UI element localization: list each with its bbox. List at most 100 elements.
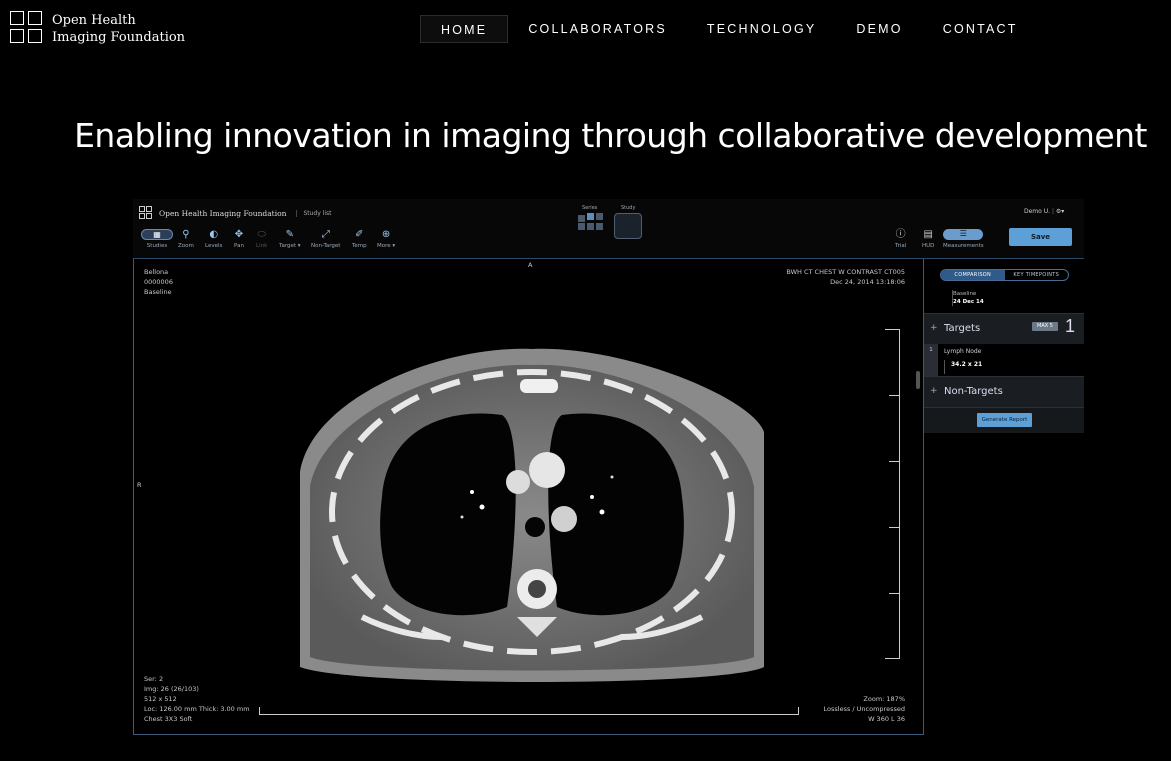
tool-label: Temp bbox=[352, 243, 367, 249]
measurements-icon: ☰ bbox=[943, 229, 984, 240]
orientation-top: A bbox=[528, 261, 533, 269]
study-label: Study bbox=[621, 205, 636, 211]
tab-key-timepoints[interactable]: KEY TIMEPOINTS bbox=[1005, 270, 1069, 280]
study-list-link[interactable]: Study list bbox=[296, 209, 332, 217]
tool-non-target[interactable]: ⤢ Non-Target bbox=[311, 229, 340, 249]
studies-icon: ▦ bbox=[141, 229, 173, 240]
tool-label: Studies bbox=[146, 243, 168, 249]
targets-label: Targets bbox=[944, 323, 981, 334]
viewport-scrollbar[interactable] bbox=[916, 371, 920, 389]
lesion-size: 34.2 x 21 bbox=[951, 361, 983, 368]
logo-mark-square bbox=[10, 29, 24, 43]
tool-label: HUD bbox=[922, 243, 935, 249]
max-badge: MAX 5 bbox=[1032, 322, 1058, 331]
image-number: Img: 26 (26/103) bbox=[144, 685, 199, 693]
tool-zoom[interactable]: ⚲ Zoom bbox=[178, 229, 194, 249]
viewer-brand: Open Health Imaging Foundation Study lis… bbox=[139, 206, 332, 220]
patient-name: Bellona bbox=[144, 268, 169, 276]
tool-hud[interactable]: ▤ HUD bbox=[922, 229, 934, 249]
logo-mark-square bbox=[28, 29, 42, 43]
target-icon: ✎ bbox=[285, 229, 294, 240]
tool-label: More ▾ bbox=[377, 243, 396, 249]
tool-pan[interactable]: ✥ Pan bbox=[234, 229, 244, 249]
targets-header[interactable]: + Targets MAX 5 1 bbox=[924, 313, 1084, 344]
viewer-screenshot: Open Health Imaging Foundation Study lis… bbox=[133, 199, 1084, 735]
study-thumbnail[interactable] bbox=[614, 213, 642, 239]
tool-target[interactable]: ✎ Target ▾ bbox=[279, 229, 301, 249]
timepoint: Baseline bbox=[144, 288, 172, 296]
orientation-left: R bbox=[137, 481, 142, 489]
site-logo[interactable]: Open Health Imaging Foundation bbox=[10, 11, 200, 47]
tool-temp[interactable]: ✐ Temp bbox=[352, 229, 367, 249]
nav-demo[interactable]: DEMO bbox=[836, 15, 922, 43]
gear-icon: ⚙▾ bbox=[1055, 208, 1065, 215]
study-description: BWH CT CHEST W CONTRAST CT005 bbox=[786, 268, 905, 276]
measurements-panel: COMPARISON KEY TIMEPOINTS Baseline 24 De… bbox=[924, 259, 1084, 735]
target-count: 1 bbox=[1065, 316, 1076, 336]
compression: Lossless / Uncompressed bbox=[823, 705, 905, 713]
tool-studies[interactable]: ▦ Studies bbox=[141, 229, 173, 249]
logo-mark-square bbox=[28, 11, 42, 25]
zoom-level: Zoom: 187% bbox=[863, 695, 905, 703]
tool-measurements[interactable]: ☰ Measurements bbox=[943, 229, 984, 249]
image-viewport[interactable]: Bellona 0000006 Baseline BWH CT CHEST W … bbox=[133, 259, 924, 735]
nav-contact[interactable]: CONTACT bbox=[923, 15, 1038, 43]
tool-label: Measurements bbox=[943, 243, 984, 249]
user-menu[interactable]: Demo U. | ⚙▾ bbox=[1024, 208, 1064, 215]
levels-icon: ◐ bbox=[209, 229, 219, 240]
expand-icon: + bbox=[930, 323, 938, 333]
zoom-icon: ⚲ bbox=[182, 229, 190, 240]
nav-technology[interactable]: TECHNOLOGY bbox=[687, 15, 837, 43]
series-label: Series bbox=[582, 205, 598, 211]
lesion-number: 1 bbox=[924, 344, 938, 376]
info-icon: ⓘ bbox=[895, 229, 906, 240]
main-nav: HOME COLLABORATORS TECHNOLOGY DEMO CONTA… bbox=[420, 15, 1038, 43]
tool-more[interactable]: ⊕ More ▾ bbox=[377, 229, 395, 249]
tool-label: Levels bbox=[205, 243, 223, 249]
tool-link[interactable]: ⬭ Link bbox=[256, 229, 267, 249]
lesion-name: Lymph Node bbox=[944, 348, 982, 355]
more-icon: ⊕ bbox=[381, 229, 391, 240]
overlay-top-left: Bellona 0000006 Baseline bbox=[144, 267, 173, 297]
save-button[interactable]: Save bbox=[1009, 228, 1072, 246]
window-level: W 360 L 36 bbox=[868, 715, 905, 723]
baseline-column: Baseline 24 Dec 14 bbox=[952, 290, 984, 306]
tab-comparison[interactable]: COMPARISON bbox=[941, 270, 1005, 280]
non-target-icon: ⤢ bbox=[321, 229, 330, 240]
temp-icon: ✐ bbox=[355, 229, 364, 240]
link-icon: ⬭ bbox=[257, 229, 266, 240]
pan-icon: ✥ bbox=[234, 229, 244, 240]
logo-line-2: Imaging Foundation bbox=[52, 30, 186, 45]
tool-levels[interactable]: ◐ Levels bbox=[205, 229, 222, 249]
logo-text: Open Health Imaging Foundation bbox=[52, 12, 185, 46]
series-cell bbox=[578, 223, 585, 230]
overlay-bottom-right: Zoom: 187% Lossless / Uncompressed W 360… bbox=[824, 694, 905, 724]
lesion-row[interactable]: 1 Lymph Node 34.2 x 21 bbox=[924, 344, 1084, 376]
viewer-logo-icon bbox=[139, 206, 153, 220]
vertical-scale-ruler bbox=[885, 329, 900, 659]
ct-scan-image bbox=[292, 337, 772, 697]
tool-label: Non-Target bbox=[311, 243, 341, 249]
recon-kernel: Chest 3X3 Soft bbox=[144, 715, 193, 723]
generate-report-button[interactable]: Generate Report bbox=[977, 413, 1032, 427]
tool-label: Zoom bbox=[178, 243, 194, 249]
overlay-top-right: BWH CT CHEST W CONTRAST CT005 Dec 24, 20… bbox=[786, 267, 905, 287]
timepoint-toggle: COMPARISON KEY TIMEPOINTS bbox=[940, 269, 1069, 281]
non-targets-header[interactable]: + Non-Targets bbox=[924, 376, 1084, 407]
series-cell bbox=[587, 213, 594, 220]
series-number: Ser: 2 bbox=[144, 675, 164, 683]
nav-collaborators[interactable]: COLLABORATORS bbox=[508, 15, 687, 43]
patient-id: 0000006 bbox=[144, 278, 173, 286]
user-name: Demo U. bbox=[1024, 208, 1051, 215]
horizontal-scale-ruler bbox=[259, 707, 799, 715]
series-cell bbox=[587, 223, 594, 230]
series-cell bbox=[596, 213, 603, 220]
baseline-label: Baseline bbox=[953, 291, 977, 297]
nav-home[interactable]: HOME bbox=[420, 15, 509, 43]
hud-icon: ▤ bbox=[923, 229, 933, 240]
series-cell bbox=[578, 215, 585, 222]
non-targets-label: Non-Targets bbox=[944, 386, 1003, 397]
image-dimensions: 512 x 512 bbox=[144, 695, 177, 703]
tool-label: Pan bbox=[234, 243, 244, 249]
tool-trial[interactable]: ⓘ Trial bbox=[895, 229, 906, 249]
